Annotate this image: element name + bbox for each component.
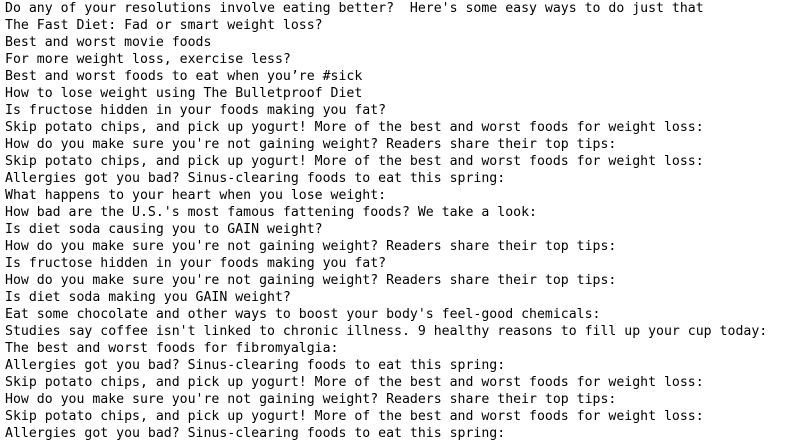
- text-line: Skip potato chips, and pick up yogurt! M…: [5, 154, 704, 169]
- text-line: What happens to your heart when you lose…: [5, 188, 387, 203]
- text-line: How bad are the U.S.'s most famous fatte…: [5, 205, 537, 220]
- text-line: The best and worst foods for fibromyalgi…: [5, 341, 339, 356]
- text-line: Do any of your resolutions involve eatin…: [5, 1, 704, 16]
- text-line: Best and worst movie foods: [5, 35, 212, 50]
- text-line: Skip potato chips, and pick up yogurt! M…: [5, 375, 704, 390]
- text-line: For more weight loss, exercise less?: [5, 52, 291, 67]
- text-line: How do you make sure you're not gaining …: [5, 273, 617, 288]
- text-line: How to lose weight using The Bulletproof…: [5, 86, 363, 101]
- text-line: Allergies got you bad? Sinus-clearing fo…: [5, 171, 506, 186]
- text-line: How do you make sure you're not gaining …: [5, 392, 617, 407]
- text-lines: Do any of your resolutions involve eatin…: [5, 0, 802, 442]
- text-line: Allergies got you bad? Sinus-clearing fo…: [5, 358, 506, 373]
- text-line: Is fructose hidden in your foods making …: [5, 103, 387, 118]
- text-line: Allergies got you bad? Sinus-clearing fo…: [5, 426, 506, 441]
- text-line: How do you make sure you're not gaining …: [5, 137, 617, 152]
- text-line: Best and worst foods to eat when you’re …: [5, 69, 363, 84]
- text-line: Is diet soda causing you to GAIN weight?: [5, 222, 323, 237]
- text-line: The Fast Diet: Fad or smart weight loss?: [5, 18, 323, 33]
- text-line: Studies say coffee isn't linked to chron…: [5, 324, 768, 339]
- text-line: Is diet soda making you GAIN weight?: [5, 290, 291, 305]
- text-line: Is fructose hidden in your foods making …: [5, 256, 387, 271]
- text-line: Skip potato chips, and pick up yogurt! M…: [5, 120, 704, 135]
- text-line: Skip potato chips, and pick up yogurt! M…: [5, 409, 704, 424]
- text-line: Eat some chocolate and other ways to boo…: [5, 307, 601, 322]
- text-document: Do any of your resolutions involve eatin…: [0, 0, 802, 448]
- text-line: How do you make sure you're not gaining …: [5, 239, 617, 254]
